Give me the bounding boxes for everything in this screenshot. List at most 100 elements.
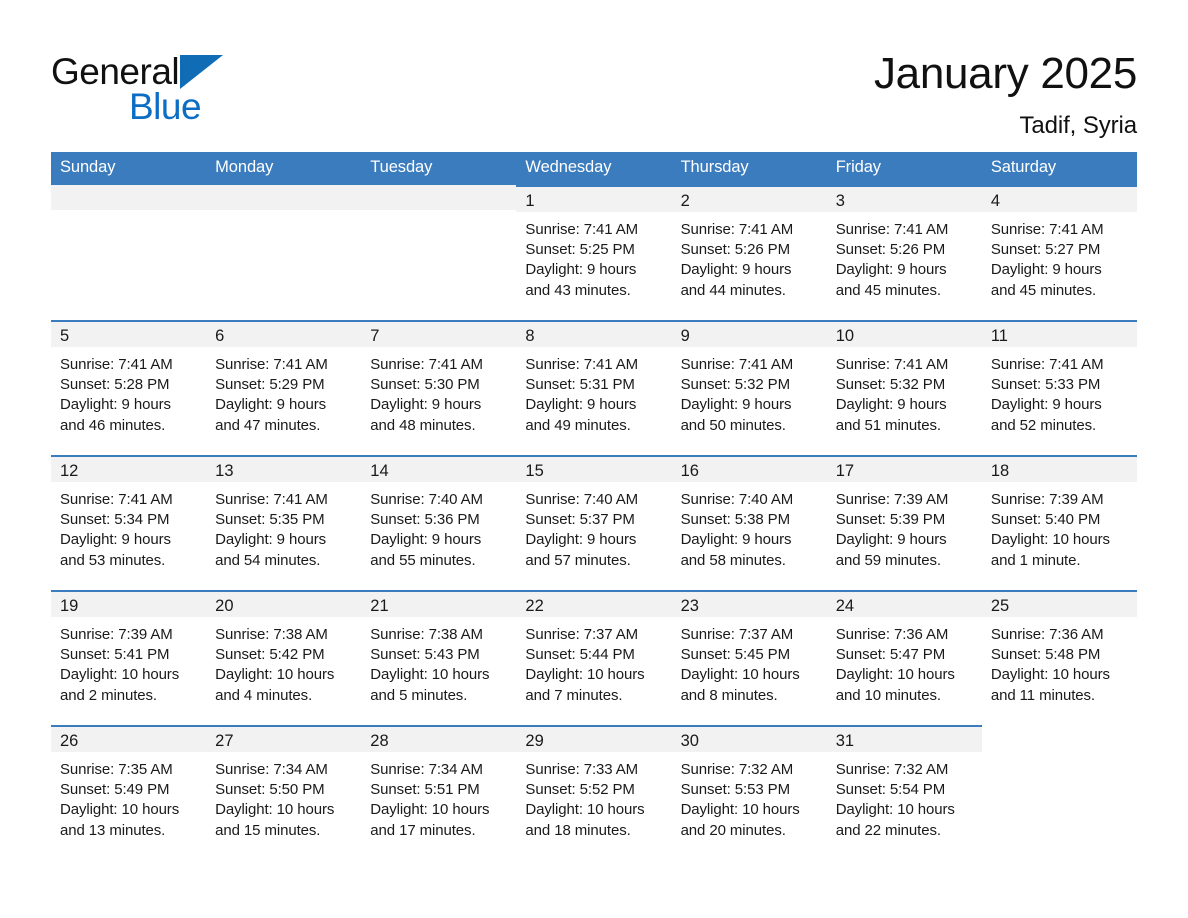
- day-number: 19: [51, 592, 207, 617]
- daylight-duration-line1: Daylight: 10 hours: [835, 801, 955, 819]
- day-cell[interactable]: 18 Sunrise: 7:39 AM Sunset: 5:40 PM Dayligh…: [981, 455, 1137, 588]
- calendar-cell-day-4: 4 Sunrise: 7:41 AM Sunset: 5:27 PM Daylight…: [981, 185, 1137, 320]
- day-cell[interactable]: 5 Sunrise: 7:41 AM Sunset: 5:28 PM Daylight…: [51, 320, 207, 453]
- sunset-time: Sunset: 5:54 PM: [835, 781, 946, 799]
- day-details: Sunrise: 7:34 AM Sunset: 5:51 PM Daylight:…: [361, 752, 516, 841]
- day-cell[interactable]: 21 Sunrise: 7:38 AM Sunset: 5:43 PM Dayligh…: [361, 590, 517, 723]
- calendar-table: Sunday Monday Tuesday Wednesday Thursday…: [51, 152, 1137, 860]
- empty-day-cell: [361, 185, 517, 318]
- sunrise-time: Sunrise: 7:32 AM: [680, 761, 794, 778]
- day-cell[interactable]: 10 Sunrise: 7:41 AM Sunset: 5:32 PM Dayligh…: [826, 320, 982, 453]
- calendar-cell-day-16: 16 Sunrise: 7:40 AM Sunset: 5:38 PM Dayligh…: [671, 455, 827, 590]
- calendar-cell-day-7: 7 Sunrise: 7:41 AM Sunset: 5:30 PM Daylight…: [361, 320, 517, 455]
- sunrise-time: Sunrise: 7:41 AM: [60, 356, 173, 373]
- day-number: 27: [206, 727, 362, 752]
- day-cell[interactable]: 25 Sunrise: 7:36 AM Sunset: 5:48 PM Dayligh…: [981, 590, 1137, 723]
- day-cell[interactable]: 27 Sunrise: 7:34 AM Sunset: 5:50 PM Dayligh…: [206, 725, 362, 858]
- day-cell[interactable]: 24 Sunrise: 7:36 AM Sunset: 5:47 PM Dayligh…: [826, 590, 982, 723]
- daylight-duration-line1: Daylight: 9 hours: [525, 261, 637, 279]
- sunrise-time: Sunrise: 7:37 AM: [525, 626, 639, 643]
- day-details: Sunrise: 7:37 AM Sunset: 5:44 PM Daylight:…: [516, 617, 671, 706]
- day-cell[interactable]: 28 Sunrise: 7:34 AM Sunset: 5:51 PM Dayligh…: [361, 725, 517, 858]
- daylight-duration-line2: and 43 minutes.: [525, 281, 631, 299]
- sunset-time: Sunset: 5:39 PM: [835, 511, 946, 529]
- day-cell[interactable]: 11 Sunrise: 7:41 AM Sunset: 5:33 PM Dayligh…: [981, 320, 1137, 453]
- sunset-time: Sunset: 5:25 PM: [525, 241, 635, 259]
- daylight-duration-line2: and 20 minutes.: [680, 821, 786, 839]
- sunset-time: Sunset: 5:43 PM: [370, 646, 480, 664]
- day-cell[interactable]: 31 Sunrise: 7:32 AM Sunset: 5:54 PM Dayligh…: [826, 725, 982, 858]
- day-details: Sunrise: 7:41 AM Sunset: 5:30 PM Daylight:…: [361, 347, 516, 436]
- daylight-duration-line1: Daylight: 9 hours: [525, 396, 637, 414]
- day-cell[interactable]: 15 Sunrise: 7:40 AM Sunset: 5:37 PM Dayligh…: [516, 455, 672, 588]
- day-number: 29: [516, 727, 672, 752]
- day-cell[interactable]: 3 Sunrise: 7:41 AM Sunset: 5:26 PM Daylight…: [826, 185, 982, 318]
- day-cell[interactable]: 6 Sunrise: 7:41 AM Sunset: 5:29 PM Daylight…: [206, 320, 362, 453]
- day-details: Sunrise: 7:41 AM Sunset: 5:35 PM Daylight:…: [206, 482, 361, 571]
- sunrise-time: Sunrise: 7:34 AM: [215, 761, 328, 778]
- day-number: 13: [206, 457, 362, 482]
- day-cell[interactable]: 19 Sunrise: 7:39 AM Sunset: 5:41 PM Dayligh…: [51, 590, 207, 723]
- page-title: January 2025: [873, 49, 1137, 98]
- calendar-cell-day-29: 29 Sunrise: 7:33 AM Sunset: 5:52 PM Dayligh…: [516, 725, 672, 860]
- day-cell[interactable]: 23 Sunrise: 7:37 AM Sunset: 5:45 PM Dayligh…: [671, 590, 827, 723]
- calendar-cell-empty: [981, 725, 1137, 860]
- day-cell[interactable]: 9 Sunrise: 7:41 AM Sunset: 5:32 PM Daylight…: [671, 320, 827, 453]
- day-cell[interactable]: 12 Sunrise: 7:41 AM Sunset: 5:34 PM Dayligh…: [51, 455, 207, 588]
- daylight-duration-line1: Daylight: 10 hours: [215, 666, 335, 684]
- daylight-duration-line2: and 1 minute.: [990, 551, 1081, 569]
- day-cell[interactable]: 8 Sunrise: 7:41 AM Sunset: 5:31 PM Daylight…: [516, 320, 672, 453]
- calendar-cell-day-17: 17 Sunrise: 7:39 AM Sunset: 5:39 PM Dayligh…: [826, 455, 982, 590]
- daylight-duration-line1: Daylight: 10 hours: [60, 666, 180, 684]
- sunrise-time: Sunrise: 7:41 AM: [990, 356, 1104, 373]
- day-cell[interactable]: 16 Sunrise: 7:40 AM Sunset: 5:38 PM Dayligh…: [671, 455, 827, 588]
- day-cell[interactable]: 26 Sunrise: 7:35 AM Sunset: 5:49 PM Dayligh…: [51, 725, 207, 858]
- daylight-duration-line1: Daylight: 9 hours: [370, 396, 482, 414]
- day-cell[interactable]: 30 Sunrise: 7:32 AM Sunset: 5:53 PM Dayligh…: [671, 725, 827, 858]
- day-number: 3: [826, 187, 982, 212]
- empty-day-cell: [206, 185, 362, 318]
- day-cell[interactable]: 14 Sunrise: 7:40 AM Sunset: 5:36 PM Dayligh…: [361, 455, 517, 588]
- sunset-time: Sunset: 5:50 PM: [215, 781, 325, 799]
- day-cell[interactable]: 1 Sunrise: 7:41 AM Sunset: 5:25 PM Daylight…: [516, 185, 672, 318]
- sunrise-time: Sunrise: 7:39 AM: [990, 491, 1104, 508]
- day-number: 17: [826, 457, 982, 482]
- day-cell[interactable]: 29 Sunrise: 7:33 AM Sunset: 5:52 PM Dayligh…: [516, 725, 672, 858]
- day-cell[interactable]: 17 Sunrise: 7:39 AM Sunset: 5:39 PM Dayligh…: [826, 455, 982, 588]
- calendar-cell-day-8: 8 Sunrise: 7:41 AM Sunset: 5:31 PM Daylight…: [516, 320, 672, 455]
- daylight-duration-line1: Daylight: 9 hours: [990, 396, 1102, 414]
- sunrise-time: Sunrise: 7:41 AM: [60, 491, 173, 508]
- day-details: Sunrise: 7:40 AM Sunset: 5:37 PM Daylight:…: [516, 482, 671, 571]
- weekday-header-thursday: Thursday: [671, 152, 827, 185]
- sunset-time: Sunset: 5:52 PM: [525, 781, 635, 799]
- calendar-cell-day-19: 19 Sunrise: 7:39 AM Sunset: 5:41 PM Dayligh…: [51, 590, 207, 725]
- day-details: Sunrise: 7:33 AM Sunset: 5:52 PM Daylight:…: [516, 752, 671, 841]
- day-details: Sunrise: 7:39 AM Sunset: 5:40 PM Daylight:…: [982, 482, 1137, 571]
- generalblue-logo[interactable]: General Blue: [51, 48, 311, 138]
- calendar-cell-day-5: 5 Sunrise: 7:41 AM Sunset: 5:28 PM Daylight…: [51, 320, 207, 455]
- daylight-duration-line2: and 7 minutes.: [525, 686, 623, 704]
- day-cell[interactable]: 22 Sunrise: 7:37 AM Sunset: 5:44 PM Dayligh…: [516, 590, 672, 723]
- day-number: 14: [361, 457, 517, 482]
- daylight-duration-line2: and 10 minutes.: [835, 686, 941, 704]
- sunrise-time: Sunrise: 7:32 AM: [835, 761, 949, 778]
- daylight-duration-line2: and 52 minutes.: [990, 416, 1097, 434]
- day-details: Sunrise: 7:41 AM Sunset: 5:32 PM Daylight:…: [672, 347, 827, 436]
- day-number: 24: [826, 592, 982, 617]
- day-details: Sunrise: 7:41 AM Sunset: 5:26 PM Daylight:…: [672, 212, 827, 301]
- calendar-cell-day-31: 31 Sunrise: 7:32 AM Sunset: 5:54 PM Dayligh…: [826, 725, 982, 860]
- calendar-cell-day-28: 28 Sunrise: 7:34 AM Sunset: 5:51 PM Dayligh…: [361, 725, 517, 860]
- day-number: 16: [671, 457, 827, 482]
- day-cell[interactable]: 20 Sunrise: 7:38 AM Sunset: 5:42 PM Dayligh…: [206, 590, 362, 723]
- day-cell[interactable]: 2 Sunrise: 7:41 AM Sunset: 5:26 PM Daylight…: [671, 185, 827, 318]
- day-cell[interactable]: 7 Sunrise: 7:41 AM Sunset: 5:30 PM Daylight…: [361, 320, 517, 453]
- day-details: Sunrise: 7:39 AM Sunset: 5:39 PM Daylight:…: [827, 482, 982, 571]
- sunset-time: Sunset: 5:33 PM: [990, 376, 1101, 394]
- sunset-time: Sunset: 5:45 PM: [680, 646, 791, 664]
- sunrise-time: Sunrise: 7:36 AM: [990, 626, 1104, 643]
- day-cell[interactable]: 13 Sunrise: 7:41 AM Sunset: 5:35 PM Dayligh…: [206, 455, 362, 588]
- day-number: 7: [361, 322, 517, 347]
- daylight-duration-line1: Daylight: 9 hours: [60, 531, 171, 549]
- calendar-cell-day-1: 1 Sunrise: 7:41 AM Sunset: 5:25 PM Daylight…: [516, 185, 672, 320]
- day-cell[interactable]: 4 Sunrise: 7:41 AM Sunset: 5:27 PM Daylight…: [981, 185, 1137, 318]
